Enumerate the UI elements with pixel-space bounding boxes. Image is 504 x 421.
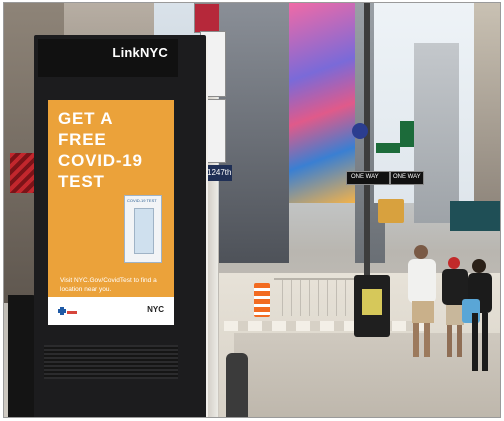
kiosk-brand: LinkNYC [112,45,168,60]
street-sign-green-2 [400,121,414,147]
screen-title-line-3: COVID-19 [58,151,143,170]
pedestrian-blue-bag [462,259,496,375]
building-center [219,3,289,263]
shop-front-red [10,153,36,193]
subway-sign-icon [352,123,368,139]
trash-bin-panel [362,289,382,315]
metal-barrier [274,278,354,316]
health-logo-icon [58,307,77,315]
standpipe [226,353,248,417]
screen-title-line-4: TEST [58,172,105,191]
trash-bin [354,275,390,337]
building-far-right [474,3,500,213]
one-way-label-right: ONE WAY [393,174,421,180]
kiosk-screen: GET A FREE COVID-19 TEST COVID-19 TEST V… [48,100,174,325]
test-kit-illustration: COVID-19 TEST [124,195,162,263]
street-photo: 1247th ONE WAY ONE WAY LinkNYC GET A FRE… [4,3,500,417]
crosswalk-stripes [224,321,424,331]
building-distant [414,43,459,223]
traffic-barrel [254,283,270,317]
parking-sign-top [194,3,220,33]
pedestrian-white-shirt [404,243,440,359]
nyc-logo: NYC [147,305,164,314]
kiosk-header: LinkNYC [38,39,178,77]
one-way-label-left: ONE WAY [351,174,379,180]
test-kit-strip [134,208,154,254]
screen-title-line-2: FREE [58,130,107,149]
one-way-sign-right: ONE WAY [390,171,424,185]
test-kit-label: COVID-19 TEST [127,198,157,203]
traffic-pole [364,3,370,283]
kiosk-vent [44,345,178,379]
awning-teal [450,201,500,231]
screen-title-line-1: GET A [58,109,114,128]
screen-footer-bar: NYC [48,297,174,325]
traffic-light-icon [378,199,404,223]
street-sign-green [376,143,400,153]
address-sign: 1247th [204,165,232,181]
one-way-sign-left: ONE WAY [346,171,390,185]
address-number: 1247th [207,168,232,177]
screen-title: GET A FREE COVID-19 TEST [58,108,170,192]
screen-footer-text: Visit NYC.Gov/CovidTest to find a locati… [60,277,157,293]
